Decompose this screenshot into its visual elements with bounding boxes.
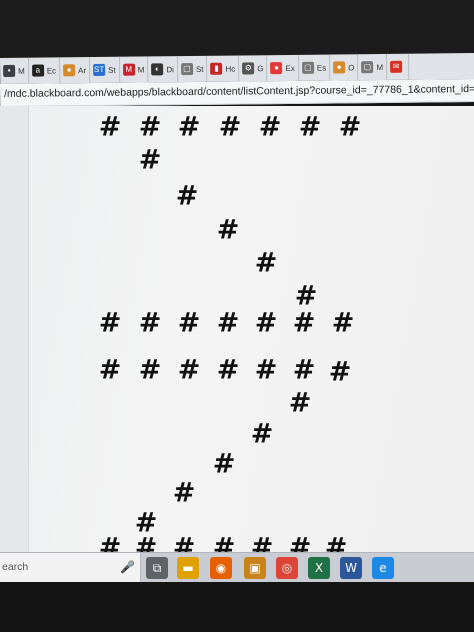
hash-symbol: # (216, 354, 240, 386)
amazon-icon: a (31, 64, 44, 77)
browser-tab[interactable]: ⚙ G (239, 55, 268, 82)
hash-symbol: # (292, 354, 316, 386)
document-icon: ▢ (361, 61, 374, 74)
hash-symbol: # (177, 111, 201, 143)
windows-taskbar: earch 🎤 ⧉ ▬ ◉ ▣ ◎ X We (0, 552, 474, 583)
hash-symbol: # (172, 477, 196, 509)
chrome-icon[interactable]: ◎ (276, 557, 298, 579)
microphone-icon[interactable]: 🎤 (120, 560, 135, 574)
st-icon: ST (93, 63, 106, 77)
hash-symbol: # (254, 247, 278, 279)
hash-symbol: # (294, 280, 318, 312)
task-view-icon[interactable]: ⧉ (146, 557, 168, 579)
hash-symbol: # (98, 354, 122, 386)
file-explorer-icon[interactable]: ▬ (177, 557, 199, 579)
tab-label: G (257, 63, 264, 73)
screen-bezel-top (0, 0, 474, 58)
hash-symbol: # (177, 307, 201, 339)
screen-bezel-bottom (0, 582, 474, 632)
chat-icon: ◐ (151, 63, 164, 76)
browser-tab[interactable]: ◐ Di (148, 56, 179, 83)
tab-label: M (18, 66, 25, 76)
tab-label: Di (166, 64, 174, 74)
tab-label: Ec (46, 65, 57, 76)
hash-symbol: # (288, 387, 312, 419)
tab-label: Ex (285, 63, 295, 73)
hash-symbol: # (254, 354, 278, 386)
taskbar-search-input[interactable]: earch 🎤 (0, 553, 141, 583)
tab-label: St (108, 65, 116, 75)
mail-icon: ▪ (3, 64, 16, 77)
tab-label: Hc (225, 64, 236, 74)
hash-symbol: # (338, 111, 362, 143)
tab-label: O (348, 62, 355, 72)
browser-tab[interactable]: ▢ Es (298, 54, 331, 81)
tab-label: M (137, 64, 145, 75)
store-icon[interactable]: ▣ (244, 557, 266, 579)
red-circle-icon: ● (270, 62, 283, 75)
hash-symbol: # (258, 111, 282, 143)
hash-symbol: # (138, 144, 162, 176)
browser-tab[interactable]: MM (119, 56, 149, 83)
hash-symbol: # (212, 448, 236, 480)
hash-symbol: # (254, 307, 278, 339)
hash-symbol: # (292, 307, 316, 339)
hash-symbol: # (177, 354, 201, 386)
gmail-icon: ✉ (390, 60, 403, 73)
browser-tab[interactable]: ● Ar (60, 57, 91, 84)
tab-label: Es (316, 63, 327, 73)
settings-icon: ⚙ (242, 62, 255, 75)
browser-tab[interactable]: ● O (330, 54, 359, 81)
hash-symbol: # (138, 111, 162, 143)
hash-symbol: # (218, 111, 242, 143)
tab-label: M (376, 62, 384, 72)
tab-label: St (195, 64, 204, 74)
document-icon: ▢ (301, 61, 314, 74)
firefox-icon[interactable]: ◉ (210, 557, 232, 579)
document-icon: ▢ (180, 62, 194, 76)
excel-icon[interactable]: X (308, 557, 330, 579)
hash-symbol: # (250, 418, 274, 450)
tab-label: Ar (78, 65, 87, 75)
hash-symbol: # (216, 307, 240, 339)
search-placeholder: earch (2, 561, 29, 573)
mcgraw-icon: M (122, 63, 135, 76)
hash-symbol: # (98, 307, 122, 339)
hash-symbol: # (98, 111, 122, 143)
browser-tab[interactable]: a Ec (28, 57, 61, 84)
hash-symbol: # (175, 180, 199, 212)
page-content: # # # # # # # # # # # # # # # # # # # # # # # # # # # # # # # # # # # # # # (0, 106, 474, 562)
address-bar[interactable]: /mdc.blackboard.com/webapps/blackboard/c… (0, 79, 474, 107)
hash-symbol: # (138, 354, 162, 386)
browser-tab[interactable]: ✉ (386, 53, 410, 80)
bookmark-icon: ▮ (210, 62, 223, 75)
user-icon: ● (63, 64, 76, 77)
browser-tab[interactable]: ▪ M (0, 57, 29, 84)
browser-tab[interactable]: ST St (90, 56, 120, 84)
url-text[interactable]: /mdc.blackboard.com/webapps/blackboard/c… (4, 83, 474, 100)
word-icon[interactable]: W (340, 557, 362, 579)
hash-symbol: # (328, 356, 352, 388)
hash-symbol: # (298, 111, 322, 143)
edge-icon[interactable]: e (372, 557, 394, 579)
user-icon: ● (333, 61, 346, 74)
browser-tab[interactable]: ▮ Hc (207, 55, 240, 82)
hash-symbol: # (331, 307, 355, 339)
browser-tab[interactable]: ▢ St (177, 55, 208, 83)
browser-tab[interactable]: ● Ex (267, 54, 299, 82)
browser-tab[interactable]: ▢ M (358, 53, 388, 81)
hash-symbol: # (216, 214, 240, 246)
hash-symbol: # (138, 307, 162, 339)
left-sidebar-strip (0, 106, 29, 558)
